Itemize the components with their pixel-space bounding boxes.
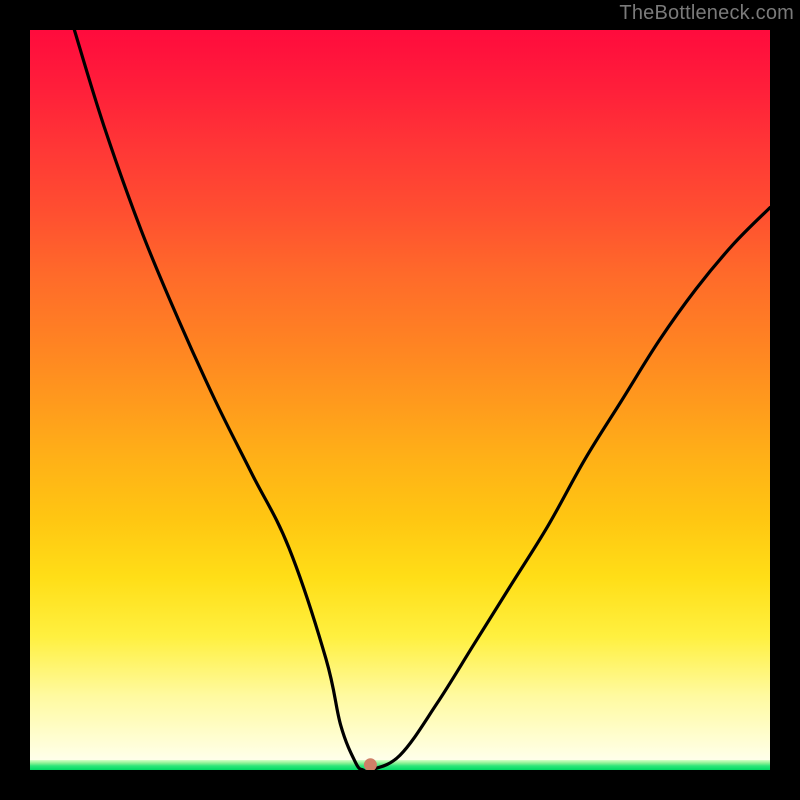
bottleneck-curve <box>74 30 770 770</box>
chart-frame: TheBottleneck.com <box>0 0 800 800</box>
curve-layer <box>30 30 770 770</box>
optimum-marker <box>364 758 377 770</box>
plot-area <box>30 30 770 770</box>
attribution-text: TheBottleneck.com <box>619 2 794 25</box>
